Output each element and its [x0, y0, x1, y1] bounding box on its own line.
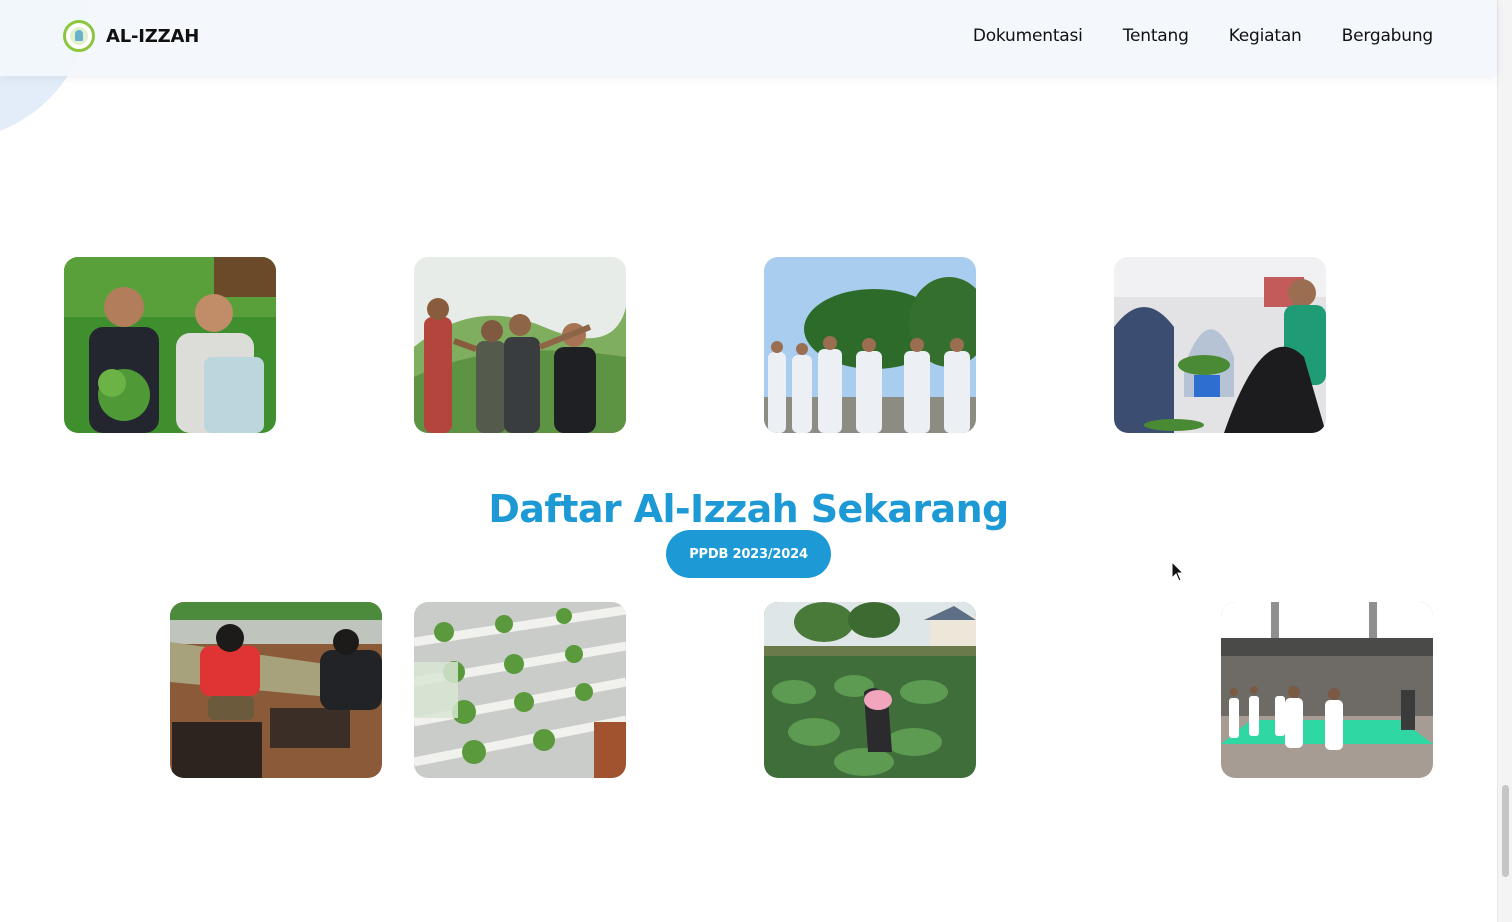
- vertical-scrollbar[interactable]: [1497, 0, 1512, 922]
- photo-scout-uniform-lineup: [764, 257, 976, 433]
- main-nav: Dokumentasi Tentang Kegiatan Bergabung: [973, 26, 1433, 46]
- photo-hydroponic-racks: [414, 602, 626, 778]
- nav-kegiatan[interactable]: Kegiatan: [1229, 26, 1302, 46]
- nav-tentang[interactable]: Tentang: [1123, 26, 1189, 46]
- ppdb-register-button[interactable]: PPDB 2023/2024: [666, 530, 831, 578]
- page: AL-IZZAH Dokumentasi Tentang Kegiatan Be…: [0, 0, 1512, 922]
- brand-name: AL-IZZAH: [106, 25, 200, 47]
- photo-planting-seedling-trays: [170, 602, 382, 778]
- brand[interactable]: AL-IZZAH: [63, 20, 199, 52]
- nav-bergabung[interactable]: Bergabung: [1342, 26, 1434, 46]
- photo-vegetable-field: [764, 602, 976, 778]
- photo-students-sorting-vegetables: [1114, 257, 1326, 433]
- scrollbar-thumb[interactable]: [1502, 785, 1509, 877]
- school-logo-icon: [63, 20, 95, 52]
- mouse-cursor-icon: [1171, 561, 1185, 582]
- photo-martial-arts-practice: [1221, 602, 1433, 778]
- nav-dokumentasi[interactable]: Dokumentasi: [973, 26, 1083, 46]
- navbar: AL-IZZAH Dokumentasi Tentang Kegiatan Be…: [0, 0, 1497, 76]
- cta-title: Daftar Al-Izzah Sekarang: [488, 487, 1009, 532]
- photo-two-students-holding-plants: [64, 257, 276, 433]
- photo-group-on-green-hills: [414, 257, 626, 433]
